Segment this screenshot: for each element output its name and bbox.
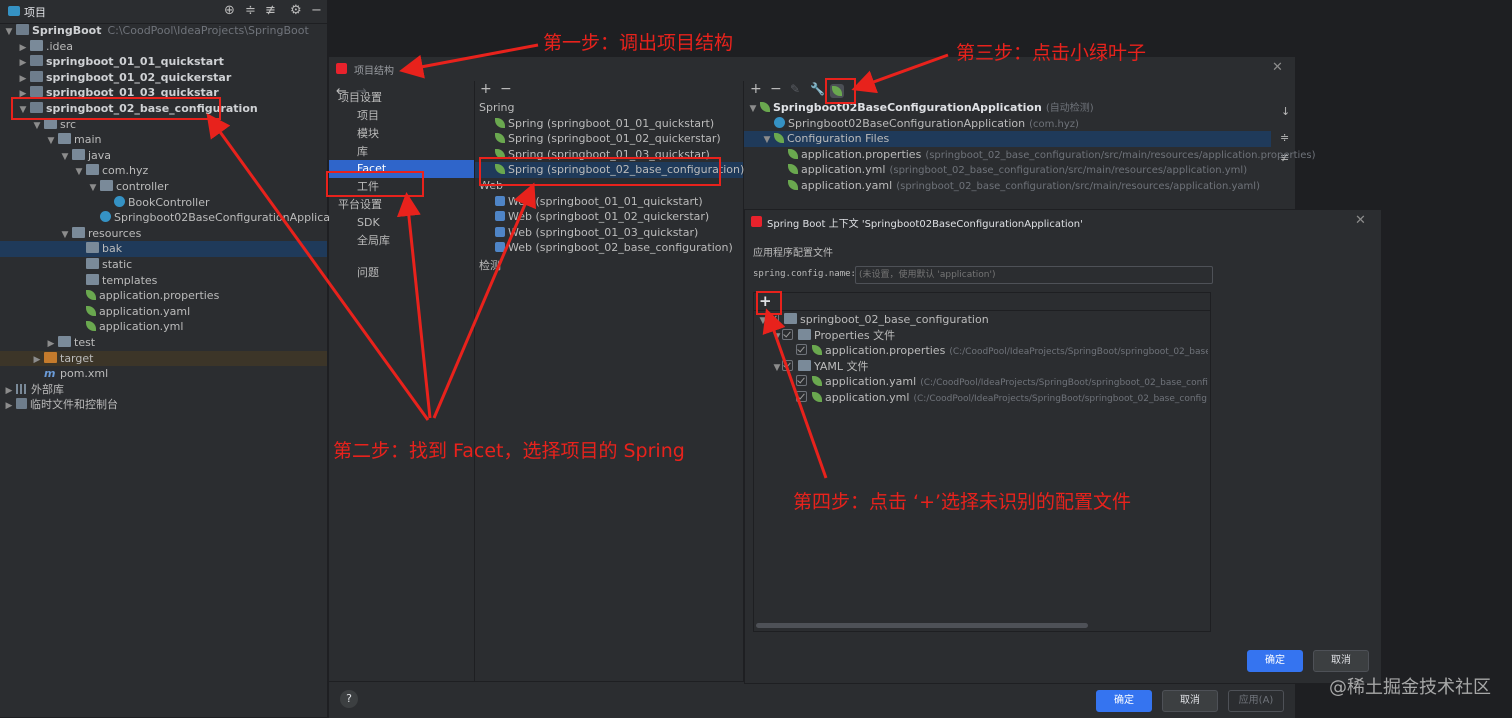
watermark: @稀土掘金技术社区 — [1329, 677, 1491, 698]
annotation-step1: 第一步：调出项目结构 — [543, 32, 734, 54]
arrow-step1 — [399, 43, 539, 79]
annotation-step2: 第二步：找到 Facet，选择项目的 Spring — [333, 440, 685, 462]
annotation-step4: 第四步：点击 ‘+’选择未识别的配置文件 — [793, 491, 1132, 513]
arrow-step2-c — [432, 182, 536, 419]
arrow-step2-b — [396, 192, 432, 419]
arrow-step4 — [762, 308, 828, 479]
arrow-step2-a — [206, 113, 430, 421]
annotation-step3: 第三步：点击小绿叶子 — [956, 42, 1147, 64]
arrow-step3 — [851, 53, 949, 94]
annotation-arrows — [206, 43, 949, 479]
